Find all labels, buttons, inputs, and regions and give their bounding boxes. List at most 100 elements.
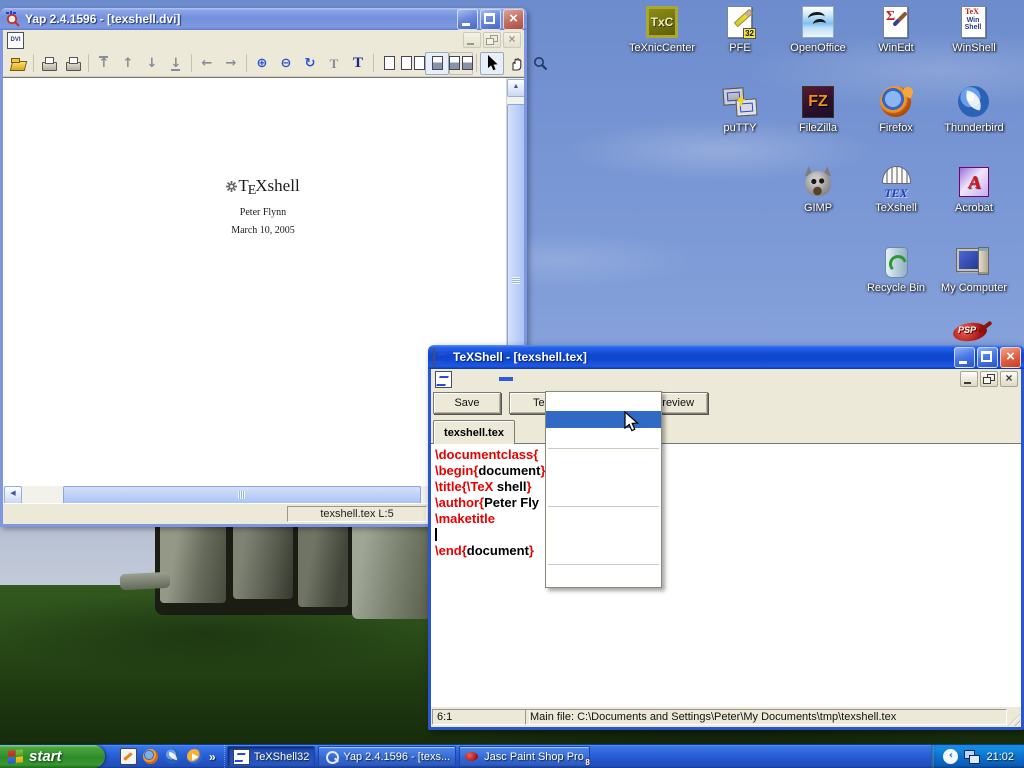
menu-item[interactable] (499, 377, 513, 381)
text-icon[interactable]: T (346, 52, 370, 75)
desktop-icon[interactable]: OpenOffice (779, 4, 857, 84)
icon-glyph: TeX (965, 8, 979, 16)
menu-item[interactable] (527, 377, 541, 381)
view-single-page-icon[interactable] (377, 52, 401, 75)
taskbar-window-button[interactable]: Yap 2.4.1596 - [texs... (318, 746, 456, 767)
quick-launch-icon[interactable] (117, 747, 139, 767)
menu-item[interactable] (471, 377, 485, 381)
quick-launch-icon[interactable] (183, 747, 205, 767)
menu-item[interactable] (546, 568, 661, 585)
quick-launch-icon[interactable] (139, 747, 161, 767)
menu-item[interactable] (44, 38, 58, 42)
maximize-button[interactable] (977, 347, 998, 368)
zoom-out-icon[interactable]: ⊖ (274, 52, 298, 75)
close-button[interactable] (1000, 347, 1021, 368)
desktop-icon-label: FileZilla (798, 122, 838, 135)
open-folder-icon[interactable] (6, 52, 30, 75)
back-icon[interactable]: ← (195, 52, 219, 75)
app-icon (465, 750, 480, 764)
mdi-restore-button[interactable] (980, 371, 998, 387)
tab-texshell-tex[interactable]: texshell.tex (433, 420, 515, 444)
next-page-icon[interactable]: ↓ (140, 52, 164, 75)
forward-icon[interactable]: → (219, 52, 243, 75)
texshell-statusbar: 6:1 Main file: C:\Documents and Settings… (431, 707, 1021, 727)
mdi-close-button[interactable] (503, 32, 521, 48)
select-tool-icon[interactable] (480, 52, 504, 75)
last-page-icon[interactable]: ↓ (164, 52, 188, 75)
refresh-icon[interactable]: ↻ (298, 52, 322, 75)
mdi-close-button[interactable] (1000, 371, 1018, 387)
quick-launch-icon[interactable] (161, 747, 183, 767)
minimize-button[interactable] (954, 347, 975, 368)
menu-item[interactable] (546, 486, 661, 503)
previous-page-icon[interactable]: ↑ (116, 52, 140, 75)
texshell-window: TeXShell - [texshell.tex] Save TeX Previ… (428, 345, 1024, 730)
desktop-icon[interactable]: My Computer (935, 244, 1013, 324)
desktop-icon-label: OpenOffice (789, 42, 846, 55)
menu-item[interactable] (546, 544, 661, 561)
menu-item[interactable] (546, 469, 661, 486)
taskbar-window-button[interactable]: 8 Jasc Paint Shop Pro (459, 746, 590, 767)
hand-tool-icon[interactable] (504, 52, 528, 75)
menu-item[interactable] (86, 38, 100, 42)
menu-item[interactable] (72, 38, 86, 42)
start-button[interactable]: start (0, 745, 105, 768)
desktop-icon[interactable]: Thunderbird (935, 84, 1013, 164)
desktop-icon[interactable]: Recycle Bin (857, 244, 935, 324)
print-icon[interactable] (37, 52, 61, 75)
menu-item[interactable] (58, 38, 72, 42)
zoom-in-icon[interactable]: ⊕ (250, 52, 274, 75)
first-page-icon[interactable]: ↑ (92, 52, 116, 75)
resize-grip[interactable] (1008, 714, 1020, 726)
menu-item[interactable] (546, 510, 661, 527)
menu-item[interactable] (546, 527, 661, 544)
text-ruler-icon[interactable]: T (322, 52, 346, 75)
menu-item[interactable] (513, 377, 527, 381)
desktop-icon[interactable]: TeX Win Shell WinShell (935, 4, 1013, 84)
mdi-minimize-button[interactable] (463, 32, 481, 48)
close-button[interactable] (503, 9, 524, 30)
desktop-icon[interactable]: 32 PFE (701, 4, 779, 84)
texshell-editor[interactable]: \documentclass{\begin{document}\title{\T… (431, 444, 1021, 707)
icon-glyph: TEX (878, 187, 914, 200)
yap-titlebar[interactable]: Yap 2.4.1596 - [texshell.dvi] (0, 8, 527, 30)
desktop-icon[interactable]: Σ WinEdt (857, 4, 935, 84)
chevron-overflow-icon[interactable]: » (205, 751, 220, 763)
lightning-icon (735, 93, 747, 109)
mdi-minimize-button[interactable] (960, 371, 978, 387)
magnifier-tool-icon[interactable] (528, 52, 552, 75)
view-facing-pages-icon[interactable] (401, 52, 425, 75)
menu-item[interactable] (546, 452, 661, 469)
view-continuous-icon[interactable] (425, 52, 449, 75)
menu-item[interactable] (485, 377, 499, 381)
view-continuous-facing-icon[interactable] (449, 52, 473, 75)
hide-tray-icons-button[interactable]: ‹ (943, 749, 958, 764)
desktop-icon[interactable]: FZ FileZilla (779, 84, 857, 164)
minimize-button[interactable] (457, 9, 478, 30)
desktop-icon[interactable]: puTTY (701, 84, 779, 164)
maximize-button[interactable] (480, 9, 501, 30)
scroll-left-button[interactable]: ◀ (4, 486, 22, 504)
menu-item[interactable] (546, 428, 661, 445)
save-button[interactable]: Save (433, 392, 501, 414)
menu-item[interactable] (541, 377, 555, 381)
mdi-restore-button[interactable] (483, 32, 501, 48)
desktop-icon[interactable]: TxC TeXnicCenter (623, 4, 701, 84)
network-tray-icon[interactable] (964, 750, 980, 764)
scroll-up-button[interactable]: ▲ (507, 79, 524, 97)
texshell-titlebar[interactable]: TeXShell - [texshell.tex] (428, 345, 1024, 369)
menu-item[interactable] (457, 377, 471, 381)
desktop-icon[interactable]: A Acrobat (935, 164, 1013, 244)
print-page-icon[interactable] (61, 52, 85, 75)
desktop-icon[interactable]: TEX TeXshell (857, 164, 935, 244)
menu-item[interactable] (555, 377, 569, 381)
texshell-client-area: Save TeX Preview texshell.tex \documentc… (431, 369, 1021, 727)
desktop-icon[interactable]: Firefox (857, 84, 935, 164)
taskbar-window-button[interactable]: TeXShell32 (227, 746, 316, 767)
menu-item[interactable] (546, 411, 661, 428)
menu-item[interactable] (546, 394, 661, 411)
desktop-icon[interactable]: GIMP (779, 164, 857, 244)
scrollbar-thumb[interactable] (63, 486, 421, 504)
menu-item[interactable] (569, 377, 583, 381)
menu-item[interactable] (30, 38, 44, 42)
